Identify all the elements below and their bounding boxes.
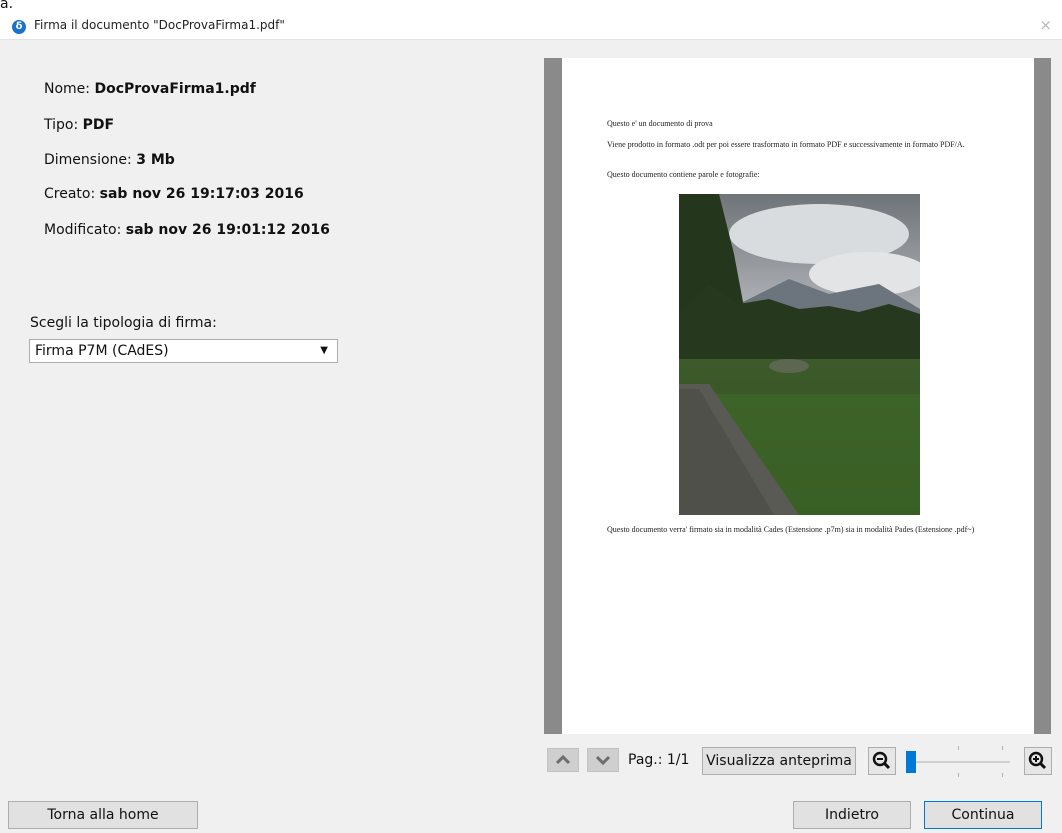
signature-type-value: Firma P7M (CAdES) — [35, 343, 169, 359]
zoom-in-icon — [1028, 751, 1047, 770]
info-modificato: Modificato: sab nov 26 19:01:12 2016 — [44, 222, 330, 238]
preview-page: Questo e' un documento di prova Viene pr… — [562, 58, 1034, 734]
back-button[interactable]: Indietro — [793, 801, 911, 829]
page-indicator: Pag.: 1/1 — [628, 752, 690, 768]
previous-page-button[interactable] — [547, 748, 579, 772]
title-bar: a. δ Firma il documento "DocProvaFirma1.… — [0, 0, 1062, 40]
preview-line-2: Viene prodotto in formato .odt per poi e… — [607, 140, 965, 149]
modificato-label: Modificato: — [44, 222, 126, 238]
creato-value: sab nov 26 19:17:03 2016 — [99, 186, 304, 202]
next-page-button[interactable] — [587, 748, 619, 772]
modificato-value: sab nov 26 19:01:12 2016 — [125, 222, 330, 238]
zoom-out-button[interactable] — [868, 747, 896, 775]
dimensione-value: 3 Mb — [136, 152, 175, 168]
preview-line-4: Questo documento verra' firmato sia in m… — [607, 525, 975, 534]
nome-value: DocProvaFirma1.pdf — [94, 81, 256, 97]
nome-label: Nome: — [44, 81, 95, 97]
close-icon[interactable]: × — [1039, 16, 1052, 34]
signature-type-label: Scegli la tipologia di firma: — [30, 315, 217, 331]
info-dimensione: Dimensione: 3 Mb — [44, 152, 175, 168]
info-nome: Nome: DocProvaFirma1.pdf — [44, 81, 256, 97]
zoom-slider-thumb[interactable] — [906, 751, 916, 773]
preview-line-3: Questo documento contiene parole e fotog… — [607, 170, 760, 179]
dimensione-label: Dimensione: — [44, 152, 137, 168]
preview-button[interactable]: Visualizza anteprima — [702, 747, 856, 775]
landscape-photo-graphic — [679, 194, 920, 515]
landscape-photo — [679, 194, 920, 515]
window-title: Firma il documento "DocProvaFirma1.pdf" — [34, 18, 285, 32]
zoom-out-icon — [872, 751, 891, 770]
app-logo-icon: δ — [12, 20, 26, 34]
home-button[interactable]: Torna alla home — [8, 801, 198, 829]
chevron-up-icon — [555, 754, 571, 765]
tipo-value: PDF — [82, 117, 115, 133]
zoom-slider-track — [906, 761, 1010, 763]
info-tipo: Tipo: PDF — [44, 117, 114, 133]
zoom-slider[interactable] — [906, 746, 1010, 777]
info-creato: Creato: sab nov 26 19:17:03 2016 — [44, 186, 304, 202]
document-preview[interactable]: Questo e' un documento di prova Viene pr… — [544, 58, 1051, 734]
chevron-down-icon — [595, 755, 611, 766]
signature-type-select[interactable]: Firma P7M (CAdES) ▼ — [29, 339, 338, 363]
continue-button[interactable]: Continua — [924, 801, 1042, 829]
zoom-in-button[interactable] — [1024, 747, 1052, 775]
preview-line-1: Questo e' un documento di prova — [607, 119, 713, 128]
creato-label: Creato: — [44, 186, 100, 202]
tipo-label: Tipo: — [44, 117, 83, 133]
stray-text: a. — [0, 0, 14, 12]
dropdown-caret-icon: ▼ — [320, 345, 328, 356]
